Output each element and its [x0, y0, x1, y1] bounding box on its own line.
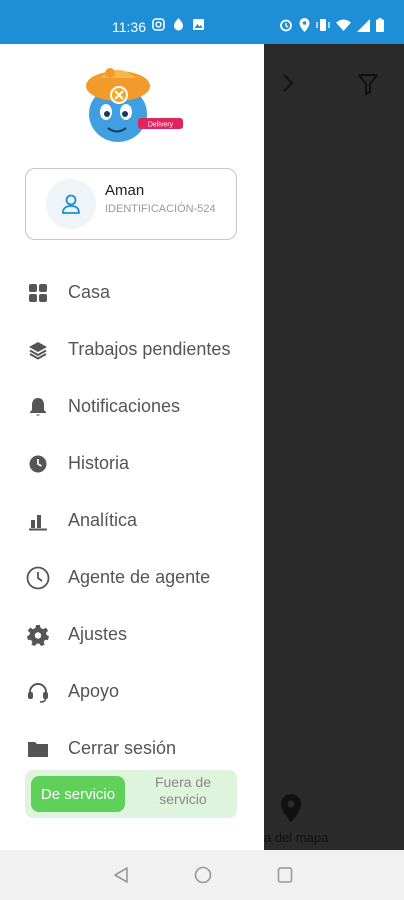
map-tab-label[interactable]: a del mapa: [264, 830, 328, 845]
menu-item-label: Casa: [68, 282, 111, 302]
menu-item-label: Agente de agente: [68, 567, 211, 587]
battery-icon: [376, 18, 384, 32]
map-pin-icon[interactable]: [280, 794, 302, 822]
instagram-icon: [152, 18, 165, 31]
clock-outline-icon: [26, 566, 50, 589]
app-logo: Delivery: [86, 68, 183, 142]
menu-item-label: Apoyo: [68, 681, 120, 701]
layers-icon: [29, 341, 47, 360]
menu-item-label: Ajustes: [68, 624, 128, 644]
menu-item-label: Historia: [68, 453, 130, 473]
home-icon[interactable]: [194, 866, 212, 884]
menu-item-analitica[interactable]: Analítica: [0, 492, 264, 549]
fire-icon: [174, 18, 183, 31]
svg-text:Delivery: Delivery: [148, 122, 174, 129]
menu-item-label: Analítica: [68, 510, 138, 530]
user-id: IDENTIFICACIÓN-524: [105, 203, 216, 215]
menu-item-trabajos-pendientes[interactable]: Trabajos pendientes: [0, 321, 264, 378]
folder-icon: [28, 741, 48, 757]
headset-icon: [28, 682, 48, 703]
user-name: Aman: [105, 182, 145, 199]
chevron-right-icon[interactable]: [280, 72, 296, 94]
bell-icon: [30, 397, 46, 416]
menu-item-ajustes[interactable]: Ajustes: [0, 606, 264, 663]
menu-item-casa[interactable]: Casa: [0, 264, 264, 321]
bar-chart-icon: [29, 514, 47, 530]
menu-item-label: Cerrar sesión: [68, 738, 177, 758]
menu-item-label: Notificaciones: [68, 396, 181, 416]
status-time: 11:36: [112, 19, 146, 35]
on-duty-button[interactable]: De servicio: [31, 776, 125, 812]
navigation-drawer: Delivery Aman IDENTIFICACIÓN-524 Casa Tr…: [0, 44, 264, 850]
drawer-menu: Casa Trabajos pendientes Notificaciones …: [0, 264, 264, 777]
duty-status-toggle: De servicio Fuera de servicio: [25, 770, 237, 818]
gear-icon: [27, 624, 49, 646]
avatar: [46, 179, 96, 229]
recents-icon[interactable]: [277, 866, 293, 884]
menu-item-agente-de-agente[interactable]: Agente de agente: [0, 549, 264, 606]
status-bar: 11:36: [0, 0, 404, 44]
filter-icon[interactable]: [356, 72, 380, 96]
menu-item-notificaciones[interactable]: Notificaciones: [0, 378, 264, 435]
dimmed-map-screen[interactable]: a del mapa: [264, 44, 404, 850]
signal-icon: [357, 18, 370, 32]
menu-item-historia[interactable]: Historia: [0, 435, 264, 492]
off-duty-button[interactable]: Fuera de servicio: [135, 774, 231, 814]
alarm-icon: [280, 19, 292, 32]
grid-icon: [29, 283, 47, 302]
menu-item-apoyo[interactable]: Apoyo: [0, 663, 264, 720]
back-icon[interactable]: [113, 866, 129, 884]
user-profile-card[interactable]: Aman IDENTIFICACIÓN-524: [25, 168, 237, 240]
wifi-icon: [336, 19, 351, 31]
vibrate-icon: [316, 19, 330, 31]
location-icon: [299, 18, 310, 32]
menu-item-label: Trabajos pendientes: [68, 339, 231, 359]
user-icon: [62, 194, 80, 214]
clock-icon: [29, 455, 47, 472]
image-icon: [193, 19, 204, 30]
menu-item-cerrar-sesion[interactable]: Cerrar sesión: [0, 720, 264, 777]
system-navigation-bar: [0, 850, 404, 900]
